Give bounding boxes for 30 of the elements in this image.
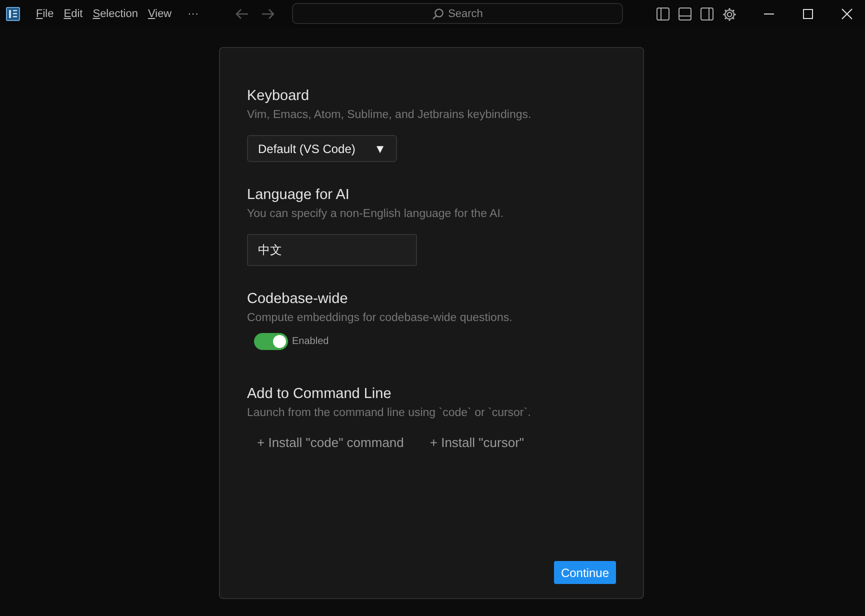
- menu-item[interactable]: Edit: [64, 8, 83, 20]
- install-button[interactable]: + Install "code" command: [255, 433, 406, 452]
- section-title: Language for AI: [247, 187, 350, 203]
- language-input-field[interactable]: 中文: [247, 234, 417, 266]
- section-description: Compute embeddings for codebase-wide questions.: [247, 312, 514, 324]
- keybinding-dropdown[interactable]: Default (VS Code) ▼: [247, 135, 397, 162]
- menu-item[interactable]: File: [36, 8, 54, 20]
- forward-arrow-icon[interactable]: [260, 8, 275, 20]
- toggle-label: Enabled: [292, 336, 329, 347]
- app-logo-icon: [6, 7, 20, 21]
- section-description: Launch from the command line using `code` or `cursor`.: [247, 407, 532, 419]
- section-description: You can specify a non-English language for the AI.: [247, 208, 505, 220]
- sidebar-right-icon[interactable]: [700, 7, 714, 21]
- section-title: Keyboard: [247, 88, 310, 104]
- search-icon: [432, 8, 444, 20]
- section-title: Add to Command Line: [247, 386, 392, 402]
- close-icon[interactable]: [841, 8, 853, 20]
- search-field[interactable]: Search: [292, 3, 623, 24]
- toggle-switch[interactable]: [254, 333, 288, 350]
- maximize-icon[interactable]: [802, 8, 814, 20]
- menu-item[interactable]: View: [148, 8, 172, 20]
- sidebar-left-icon[interactable]: [656, 7, 670, 21]
- settings-icon[interactable]: [722, 6, 737, 22]
- panel-bottom-icon[interactable]: [678, 7, 692, 21]
- section-description: Vim, Emacs, Atom, Sublime, and Jetbrains keybindings.: [247, 109, 532, 121]
- menu-item[interactable]: Selection: [92, 8, 138, 20]
- menu-item[interactable]: ···: [188, 8, 199, 20]
- install-button[interactable]: + Install "cursor": [428, 433, 526, 452]
- back-arrow-icon[interactable]: [234, 8, 249, 20]
- section-title: Codebase-wide: [247, 291, 349, 307]
